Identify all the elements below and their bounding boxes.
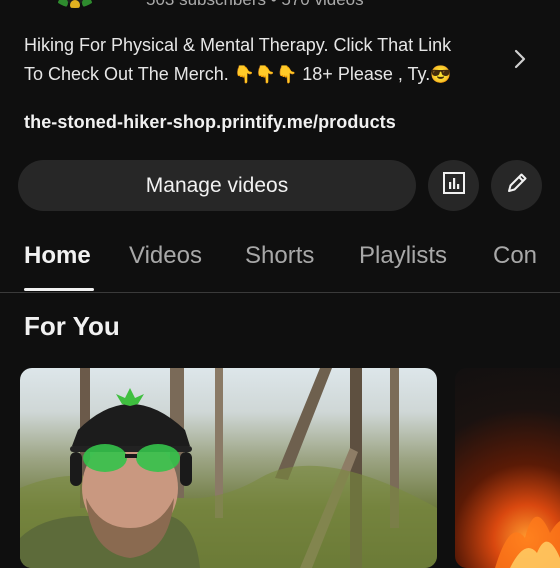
video-thumbnail[interactable] xyxy=(20,368,437,568)
channel-tabs: Home Videos Shorts Playlists Con xyxy=(0,230,560,293)
channel-description[interactable]: Hiking For Physical & Mental Therapy. Cl… xyxy=(24,31,494,89)
description-line-2: To Check Out The Merch. 👇👇👇 18+ Please ,… xyxy=(24,64,452,84)
pointing-down-emoji: 👇👇👇 xyxy=(233,65,298,84)
pencil-icon xyxy=(504,170,530,201)
channel-link[interactable]: the-stoned-hiker-shop.printify.me/produc… xyxy=(24,112,396,133)
active-tab-indicator xyxy=(24,288,94,291)
channel-avatar[interactable] xyxy=(44,0,106,8)
chevron-right-icon[interactable] xyxy=(508,45,532,73)
tab-community[interactable]: Con xyxy=(493,242,537,270)
tab-videos[interactable]: Videos xyxy=(129,242,202,270)
tab-home[interactable]: Home xyxy=(24,242,91,270)
channel-stats: 503 subscribers • 570 videos xyxy=(146,0,364,10)
analytics-icon xyxy=(441,170,467,201)
sunglasses-emoji: 😎 xyxy=(430,65,452,84)
tab-shorts[interactable]: Shorts xyxy=(245,242,314,270)
tab-playlists[interactable]: Playlists xyxy=(359,242,447,270)
section-title: For You xyxy=(24,311,120,341)
manage-videos-button[interactable]: Manage videos xyxy=(18,160,416,211)
video-thumbnail[interactable] xyxy=(455,368,560,568)
description-line-1: Hiking For Physical & Mental Therapy. Cl… xyxy=(24,35,452,55)
edit-channel-button[interactable] xyxy=(491,160,542,211)
analytics-button[interactable] xyxy=(428,160,479,211)
